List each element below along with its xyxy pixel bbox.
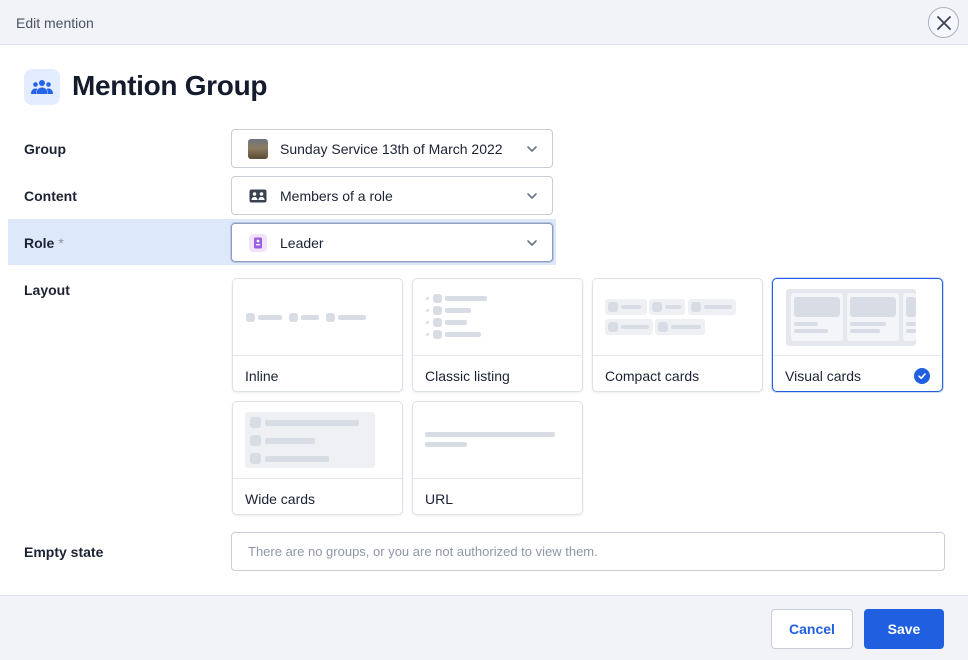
layout-option-classic-listing[interactable]: Classic listing <box>412 278 583 392</box>
dialog-footer: Cancel Save <box>0 595 968 660</box>
dialog-header: Edit mention <box>0 0 968 45</box>
content-select-value: Members of a role <box>280 187 393 204</box>
layout-option-url[interactable]: URL <box>412 401 583 515</box>
role-select[interactable]: Leader <box>231 223 553 262</box>
close-icon <box>936 15 951 30</box>
layout-option-label: Visual cards <box>785 368 862 384</box>
save-button[interactable]: Save <box>864 609 944 649</box>
role-badge-icon <box>248 233 268 253</box>
group-label: Group <box>24 141 66 157</box>
content-select[interactable]: Members of a role <box>231 176 553 215</box>
layout-preview-inline <box>233 279 402 356</box>
check-icon <box>914 368 930 384</box>
cancel-button[interactable]: Cancel <box>771 609 853 649</box>
layout-option-label: Inline <box>245 368 279 384</box>
layout-option-label: Wide cards <box>245 491 316 507</box>
empty-state-input[interactable] <box>248 544 944 559</box>
chevron-down-icon <box>527 193 537 199</box>
required-indicator: * <box>58 235 64 251</box>
group-select[interactable]: Sunday Service 13th of March 2022 <box>231 129 553 168</box>
layout-preview-visual-cards <box>773 279 942 356</box>
people-group-icon <box>24 69 60 105</box>
layout-preview-url <box>413 402 582 479</box>
layout-option-wide-cards[interactable]: Wide cards <box>232 401 403 515</box>
layout-option-visual-cards[interactable]: Visual cards <box>772 278 943 392</box>
layout-preview-compact-cards <box>593 279 762 356</box>
layout-option-compact-cards[interactable]: Compact cards <box>592 278 763 392</box>
empty-state-label: Empty state <box>24 544 104 560</box>
role-label-text: Role <box>24 235 55 251</box>
close-button[interactable] <box>928 7 959 38</box>
group-thumbnail <box>248 138 268 159</box>
chevron-down-icon <box>527 146 537 152</box>
chevron-down-icon <box>527 240 537 246</box>
layout-preview-wide-cards <box>233 402 402 479</box>
role-select-value: Leader <box>280 234 324 251</box>
layout-option-inline[interactable]: Inline <box>232 278 403 392</box>
layout-option-label: URL <box>425 491 454 507</box>
layout-option-label: Classic listing <box>425 368 510 384</box>
roster-icon <box>248 186 268 206</box>
dialog-title: Edit mention <box>16 15 94 31</box>
page-title: Mention Group <box>72 70 268 101</box>
role-label: Role * <box>24 235 64 251</box>
layout-preview-classic-listing <box>413 279 582 356</box>
group-select-value: Sunday Service 13th of March 2022 <box>280 140 503 157</box>
content-label: Content <box>24 188 77 204</box>
empty-state-field[interactable] <box>231 532 945 571</box>
layout-label: Layout <box>24 282 70 298</box>
layout-option-label: Compact cards <box>605 368 700 384</box>
